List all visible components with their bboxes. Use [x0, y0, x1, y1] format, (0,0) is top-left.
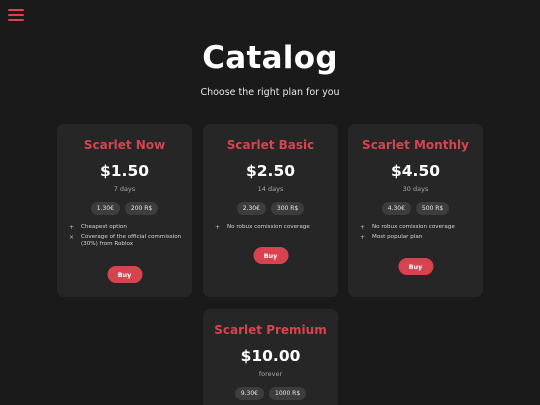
plan-card-scarlet-monthly: Scarlet Monthly $4.50 30 days 4.30€ 500 …	[348, 124, 483, 297]
feature-item: + Most popular plan	[360, 234, 475, 241]
feature-list: + No robux comission coverage	[215, 224, 330, 234]
price-chips: 9.30€ 1000 R$	[203, 387, 338, 400]
feature-text: Cheapest option	[81, 224, 127, 230]
price-chip-eur: 4.30€	[381, 202, 411, 215]
plan-card-scarlet-now: Scarlet Now $1.50 7 days 1.30€ 200 R$ + C…	[57, 124, 192, 297]
buy-button-scarlet-basic[interactable]: Buy	[253, 247, 288, 264]
plan-duration: forever	[258, 370, 283, 378]
buy-button-scarlet-now[interactable]: Buy	[107, 266, 142, 283]
plan-duration: 14 days	[257, 185, 284, 193]
bullet-icon: ×	[69, 234, 75, 241]
price-chip-robux: 300 R$	[270, 202, 305, 215]
bullet-icon: +	[360, 234, 366, 241]
plan-card-scarlet-basic: Scarlet Basic $2.50 14 days 2.30€ 300 R$…	[203, 124, 338, 297]
plan-duration: 30 days	[402, 185, 429, 193]
price-chips: 4.30€ 500 R$	[348, 202, 483, 215]
menu-bar	[8, 14, 24, 16]
price-chip-robux: 1000 R$	[269, 387, 307, 400]
plan-price: $1.50	[99, 162, 150, 180]
plan-name: Scarlet Premium	[214, 323, 327, 337]
plan-duration: 7 days	[113, 185, 136, 193]
price-chip-robux: 500 R$	[415, 202, 450, 215]
price-chips: 1.30€ 200 R$	[57, 202, 192, 215]
plan-name: Scarlet Monthly	[362, 138, 469, 152]
feature-text: No robux comission coverage	[372, 224, 455, 230]
feature-text: No robux comission coverage	[227, 224, 310, 230]
plan-price: $10.00	[240, 347, 301, 365]
feature-item: × Coverage of the official commission (30…	[69, 234, 184, 248]
feature-list: + No robux comission coverage + Most popul…	[360, 224, 475, 244]
plan-name: Scarlet Basic	[226, 138, 315, 152]
bullet-icon: +	[215, 224, 221, 231]
price-chip-robux: 200 R$	[124, 202, 159, 215]
plan-name: Scarlet Now	[83, 138, 166, 152]
price-chip-eur: 2.30€	[236, 202, 266, 215]
page-title: Catalog	[202, 40, 338, 76]
menu-bar	[8, 19, 24, 21]
bullet-icon: +	[360, 224, 366, 231]
hamburger-menu-icon[interactable]	[8, 8, 24, 22]
feature-item: + No robux comission coverage	[215, 224, 330, 231]
feature-item: + No robux comission coverage	[360, 224, 475, 231]
menu-bar	[8, 9, 24, 11]
plan-card-scarlet-premium: Scarlet Premium $10.00 forever 9.30€ 100…	[203, 309, 338, 405]
plan-price: $4.50	[390, 162, 441, 180]
bullet-icon: +	[69, 224, 75, 231]
feature-text: Coverage of the official commission (30%…	[81, 234, 182, 247]
buy-button-scarlet-monthly[interactable]: Buy	[398, 258, 433, 275]
page-subtitle: Choose the right plan for you	[200, 87, 340, 98]
feature-text: Most popular plan	[372, 234, 423, 240]
feature-item: + Cheapest option	[69, 224, 184, 231]
price-chips: 2.30€ 300 R$	[203, 202, 338, 215]
feature-list: + Cheapest option × Coverage of the offici…	[69, 224, 184, 251]
price-chip-eur: 9.30€	[234, 387, 264, 400]
plan-price: $2.50	[245, 162, 296, 180]
price-chip-eur: 1.30€	[90, 202, 120, 215]
